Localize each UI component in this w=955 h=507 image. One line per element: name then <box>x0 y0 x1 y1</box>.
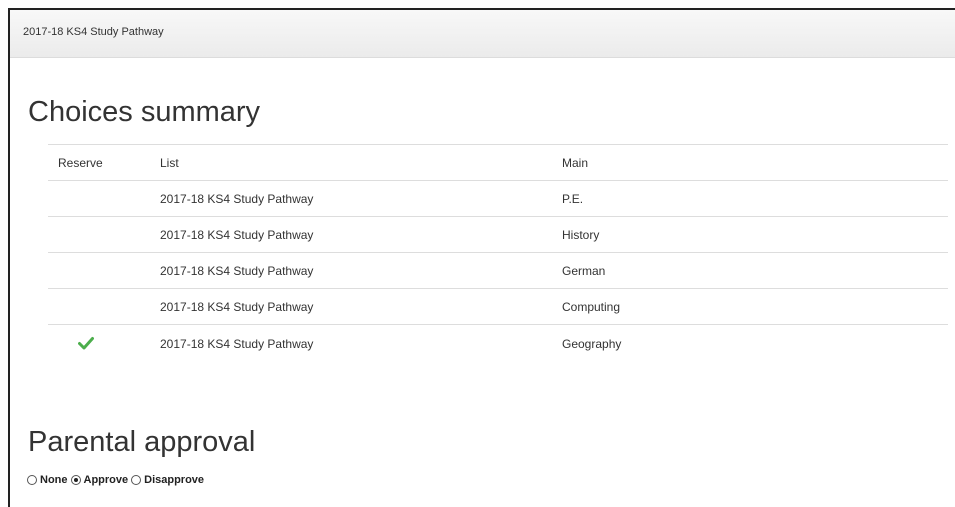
column-header-list: List <box>160 144 562 181</box>
column-header-main: Main <box>562 144 948 181</box>
list-cell: 2017-18 KS4 Study Pathway <box>160 252 562 289</box>
list-cell: 2017-18 KS4 Study Pathway <box>160 180 562 217</box>
main-cell: Computing <box>562 288 948 325</box>
reserve-cell <box>48 180 160 217</box>
list-cell: 2017-18 KS4 Study Pathway <box>160 216 562 253</box>
panel-title: 2017-18 KS4 Study Pathway <box>23 26 164 38</box>
table-row: 2017-18 KS4 Study Pathway History <box>48 216 948 253</box>
choices-summary-heading: Choices summary <box>28 96 261 128</box>
table-header-row: Reserve List Main <box>48 144 948 181</box>
radio-label-approve: Approve <box>83 474 129 486</box>
panel-header: 2017-18 KS4 Study Pathway <box>10 10 955 58</box>
page-frame: 2017-18 KS4 Study Pathway Choices summar… <box>8 8 955 507</box>
list-cell: 2017-18 KS4 Study Pathway <box>160 324 562 363</box>
radio-button-disapprove[interactable] <box>131 475 142 485</box>
table-row: 2017-18 KS4 Study Pathway Computing <box>48 288 948 325</box>
parental-approval-heading: Parental approval <box>28 426 256 458</box>
radio-option-disapprove[interactable]: Disapprove <box>131 474 204 486</box>
radio-button-approve[interactable] <box>70 475 81 485</box>
radio-label-disapprove: Disapprove <box>144 474 205 486</box>
reserve-cell <box>48 216 160 253</box>
checkmark-icon <box>78 336 94 349</box>
radio-option-none[interactable]: None <box>27 474 68 486</box>
radio-button-none[interactable] <box>27 475 37 485</box>
main-cell: History <box>562 216 948 253</box>
main-cell: Geography <box>562 324 948 363</box>
table-row: 2017-18 KS4 Study Pathway German <box>48 252 948 289</box>
table-row: 2017-18 KS4 Study Pathway Geography <box>48 324 948 363</box>
table-row: 2017-18 KS4 Study Pathway P.E. <box>48 180 948 217</box>
reserve-cell <box>48 252 160 289</box>
main-cell: German <box>562 252 948 289</box>
radio-label-none: None <box>40 474 68 486</box>
choices-table: Reserve List Main 2017-18 KS4 Study Path… <box>48 144 948 363</box>
main-cell: P.E. <box>562 180 948 217</box>
column-header-reserve: Reserve <box>48 144 160 181</box>
list-cell: 2017-18 KS4 Study Pathway <box>160 288 562 325</box>
radio-option-approve[interactable]: Approve <box>70 474 129 486</box>
reserve-cell <box>48 324 160 363</box>
reserve-cell <box>48 288 160 325</box>
approval-radio-group: None Approve Disapprove <box>27 474 207 486</box>
